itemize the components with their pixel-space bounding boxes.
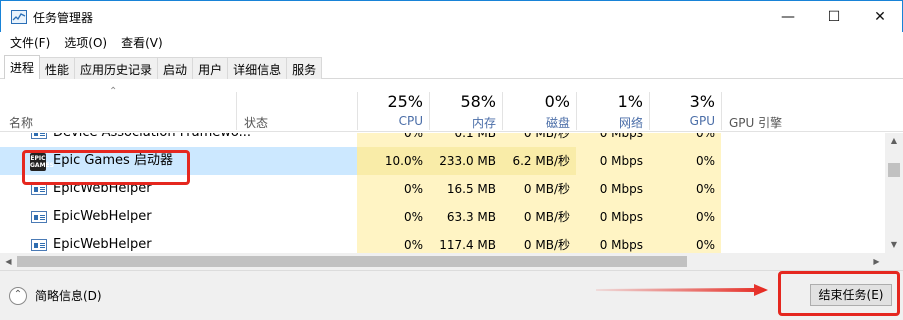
table-row[interactable]: Device Association Framewo... 0% 0.1 MB … xyxy=(0,133,885,147)
gpu-value: 0% xyxy=(649,231,721,253)
scroll-up-icon[interactable]: ▲ xyxy=(885,133,903,149)
network-total: 1% xyxy=(617,92,643,111)
column-disk-label: 磁盘 xyxy=(545,116,570,130)
tab-performance[interactable]: 性能 xyxy=(39,57,76,79)
table-row[interactable]: EpicWebHelper 0% 117.4 MB 0 MB/秒 0 Mbps … xyxy=(0,231,885,253)
fewer-details-link[interactable]: 简略信息(D) xyxy=(35,287,102,304)
column-disk[interactable]: 0% 磁盘 xyxy=(502,80,576,132)
minimize-button[interactable]: — xyxy=(765,1,811,32)
annotation-arrow-icon xyxy=(596,284,768,296)
cpu-value: 0% xyxy=(357,133,429,147)
tab-services[interactable]: 服务 xyxy=(286,57,323,79)
column-gpu[interactable]: 3% GPU xyxy=(649,80,721,132)
cpu-value: 0% xyxy=(357,203,429,231)
cpu-value: 0% xyxy=(357,231,429,253)
network-value: 0 Mbps xyxy=(576,133,649,147)
menu-view[interactable]: 查看(V) xyxy=(117,32,167,52)
process-name: Device Association Framewo... xyxy=(53,133,251,147)
tab-details[interactable]: 详细信息 xyxy=(227,57,288,79)
memory-value: 16.5 MB xyxy=(429,175,502,203)
column-name[interactable]: 名称 xyxy=(0,80,236,132)
memory-value: 233.0 MB xyxy=(429,147,502,175)
disk-value: 0 MB/秒 xyxy=(502,175,576,203)
title-bar: 任务管理器 — ☐ ✕ xyxy=(0,0,903,32)
column-status-label: 状态 xyxy=(244,116,269,130)
column-header: 名称 状态 25% CPU 58% 内存 0% 磁盘 1% 网络 3% GPU … xyxy=(0,80,903,132)
scroll-right-icon[interactable]: ▶ xyxy=(868,253,885,270)
gpu-value: 0% xyxy=(649,203,721,231)
gpu-total: 3% xyxy=(689,92,715,111)
tab-startup[interactable]: 启动 xyxy=(157,57,194,79)
vertical-scrollbar[interactable]: ▲ ▼ xyxy=(885,133,903,253)
tab-processes[interactable]: 进程 xyxy=(4,55,41,79)
app-window-icon xyxy=(31,133,47,139)
gpu-value: 0% xyxy=(649,133,721,147)
column-gpu-label: GPU xyxy=(689,114,715,128)
memory-value: 0.1 MB xyxy=(429,133,502,147)
column-name-label: 名称 xyxy=(9,116,34,130)
horizontal-scrollbar[interactable]: ◀ ▶ xyxy=(0,253,885,270)
window-title: 任务管理器 xyxy=(33,11,94,25)
disk-value: 0 MB/秒 xyxy=(502,133,576,147)
maximize-button[interactable]: ☐ xyxy=(811,1,857,32)
column-memory[interactable]: 58% 内存 xyxy=(429,80,502,132)
app-window-icon xyxy=(31,239,47,251)
column-cpu[interactable]: 25% CPU xyxy=(357,80,429,132)
menu-file[interactable]: 文件(F) xyxy=(6,32,54,52)
memory-total: 58% xyxy=(460,92,496,111)
menu-options[interactable]: 选项(O) xyxy=(60,32,111,52)
tab-users[interactable]: 用户 xyxy=(192,57,229,79)
gpu-value: 0% xyxy=(649,147,721,175)
tab-bar: 进程 性能 应用历史记录 启动 用户 详细信息 服务 xyxy=(4,55,323,79)
process-name: EpicWebHelper xyxy=(53,209,152,224)
sort-ascending-icon: ⌃ xyxy=(109,86,118,97)
cpu-total: 25% xyxy=(387,92,423,111)
disk-value: 0 MB/秒 xyxy=(502,231,576,253)
column-network[interactable]: 1% 网络 xyxy=(576,80,649,132)
disk-value: 0 MB/秒 xyxy=(502,203,576,231)
scrollbar-corner xyxy=(885,253,903,270)
annotation-highlight-process xyxy=(22,150,190,185)
process-name: EpicWebHelper xyxy=(53,237,152,252)
column-network-label: 网络 xyxy=(618,116,643,130)
network-value: 0 Mbps xyxy=(576,175,649,203)
column-status[interactable]: 状态 xyxy=(236,80,357,132)
task-manager-icon xyxy=(11,10,27,24)
memory-value: 63.3 MB xyxy=(429,203,502,231)
column-cpu-label: CPU xyxy=(398,114,423,128)
network-value: 0 Mbps xyxy=(576,147,649,175)
annotation-highlight-end-task xyxy=(778,271,900,316)
disk-total: 0% xyxy=(544,92,570,111)
scroll-down-icon[interactable]: ▼ xyxy=(885,237,903,253)
horizontal-scroll-thumb[interactable] xyxy=(17,256,687,267)
scroll-left-icon[interactable]: ◀ xyxy=(0,253,17,270)
network-value: 0 Mbps xyxy=(576,203,649,231)
tab-app-history[interactable]: 应用历史记录 xyxy=(74,57,159,79)
network-value: 0 Mbps xyxy=(576,231,649,253)
chevron-up-icon[interactable]: ⌃ xyxy=(9,287,27,305)
gpu-value: 0% xyxy=(649,175,721,203)
app-window-icon xyxy=(31,211,47,223)
menu-bar: 文件(F) 选项(O) 查看(V) xyxy=(0,32,903,52)
table-row[interactable]: EpicWebHelper 0% 63.3 MB 0 MB/秒 0 Mbps 0… xyxy=(0,203,885,231)
column-memory-label: 内存 xyxy=(471,116,496,130)
cpu-value: 10.0% xyxy=(357,147,429,175)
close-button[interactable]: ✕ xyxy=(857,1,903,32)
column-gpu-engine[interactable]: GPU 引擎 xyxy=(721,80,885,132)
column-gpu-engine-label: GPU 引擎 xyxy=(729,116,783,130)
disk-value: 6.2 MB/秒 xyxy=(502,147,576,175)
memory-value: 117.4 MB xyxy=(429,231,502,253)
vertical-scroll-thumb[interactable] xyxy=(888,163,900,177)
cpu-value: 0% xyxy=(357,175,429,203)
